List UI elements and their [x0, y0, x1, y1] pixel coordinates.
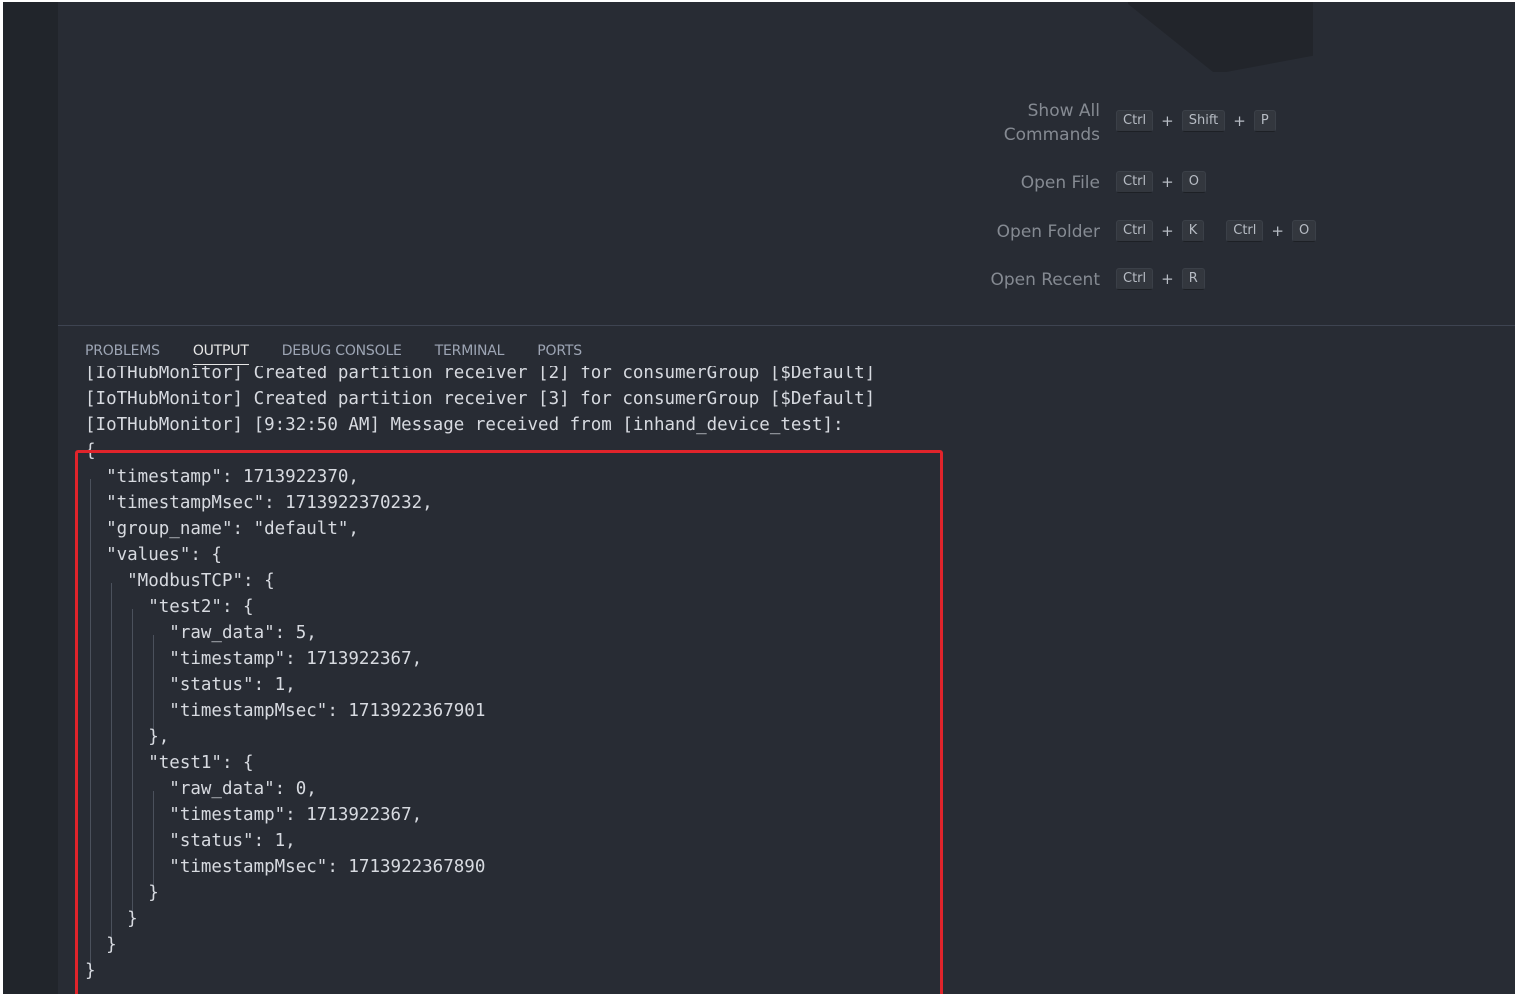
output-line: "timestamp": 1713922367, — [85, 649, 423, 669]
output-line: [IoTHubMonitor] [9:32:50 AM] Message rec… — [85, 415, 844, 435]
tab-problems[interactable]: PROBLEMS — [85, 343, 160, 365]
shortcut-label-line1: Show All — [1027, 101, 1100, 121]
keybinding-open-file: Ctrl + O — [1116, 171, 1206, 193]
output-line: [IoTHubMonitor] Created partition receiv… — [85, 389, 876, 409]
panel-tabs: PROBLEMS OUTPUT DEBUG CONSOLE TERMINAL P… — [85, 343, 615, 365]
output-line: "test1": { — [85, 753, 254, 773]
key: Ctrl — [1116, 220, 1154, 242]
shortcut-label-open-folder: Open Folder — [996, 222, 1100, 242]
key: Ctrl — [1116, 171, 1154, 193]
tab-ports[interactable]: PORTS — [537, 343, 582, 365]
shortcut-label-open-recent: Open Recent — [990, 270, 1100, 290]
keybinding-open-folder: Ctrl + K Ctrl + O — [1116, 220, 1317, 242]
key: O — [1181, 171, 1206, 193]
editor-welcome-area: Show All Commands Ctrl + Shift + P Open … — [58, 2, 1515, 325]
bottom-panel: PROBLEMS OUTPUT DEBUG CONSOLE TERMINAL P… — [58, 325, 1515, 994]
output-line: "status": 1, — [85, 831, 296, 851]
key: Shift — [1181, 110, 1226, 132]
keybinding-show-all-commands: Ctrl + Shift + P — [1116, 110, 1276, 132]
output-line: "timestampMsec": 1713922370232, — [85, 493, 433, 513]
key: K — [1181, 220, 1205, 242]
plus-sign: + — [1233, 112, 1246, 130]
tab-output[interactable]: OUTPUT — [192, 343, 249, 365]
plus-sign: + — [1161, 173, 1174, 191]
output-line: } — [85, 961, 96, 981]
output-line: "timestampMsec": 1713922367890 — [85, 857, 486, 877]
output-line: "test2": { — [85, 597, 254, 617]
tab-debug-console[interactable]: DEBUG CONSOLE — [282, 343, 402, 365]
shortcut-label-open-file: Open File — [1020, 173, 1100, 193]
plus-sign: + — [1161, 222, 1174, 240]
key: Ctrl — [1116, 110, 1154, 132]
plus-sign: + — [1161, 112, 1174, 130]
output-line: "raw_data": 5, — [85, 623, 317, 643]
key: P — [1253, 110, 1276, 132]
key: Ctrl — [1226, 220, 1264, 242]
vscode-logo-watermark — [1128, 2, 1313, 72]
plus-sign: + — [1161, 270, 1174, 288]
plus-sign: + — [1271, 222, 1284, 240]
output-line: }, — [85, 727, 170, 747]
output-line: [IoTHubMonitor] Created partition receiv… — [85, 366, 876, 383]
shortcut-label-show-all-commands: Show All Commands — [940, 99, 1100, 147]
output-line: "group_name": "default", — [85, 519, 359, 539]
tab-terminal[interactable]: TERMINAL — [435, 343, 505, 365]
activity-bar — [3, 2, 58, 994]
shortcut-label-line2: Commands — [1003, 125, 1100, 145]
output-line: "timestamp": 1713922367, — [85, 805, 423, 825]
output-view[interactable]: [IoTHubMonitor] Created partition receiv… — [58, 366, 1515, 994]
key: R — [1181, 268, 1205, 290]
key: O — [1291, 220, 1317, 242]
output-line: "timestamp": 1713922370, — [85, 467, 359, 487]
output-line: { — [85, 441, 96, 461]
output-line: } — [85, 909, 138, 929]
output-line: } — [85, 883, 159, 903]
output-line: "ModbusTCP": { — [85, 571, 275, 591]
vscode-window: Show All Commands Ctrl + Shift + P Open … — [3, 2, 1515, 994]
output-line: "raw_data": 0, — [85, 779, 317, 799]
keybinding-open-recent: Ctrl + R — [1116, 268, 1205, 290]
output-line: "values": { — [85, 545, 222, 565]
output-line: "status": 1, — [85, 675, 296, 695]
output-line: "timestampMsec": 1713922367901 — [85, 701, 486, 721]
key: Ctrl — [1116, 268, 1154, 290]
output-line: } — [85, 935, 117, 955]
